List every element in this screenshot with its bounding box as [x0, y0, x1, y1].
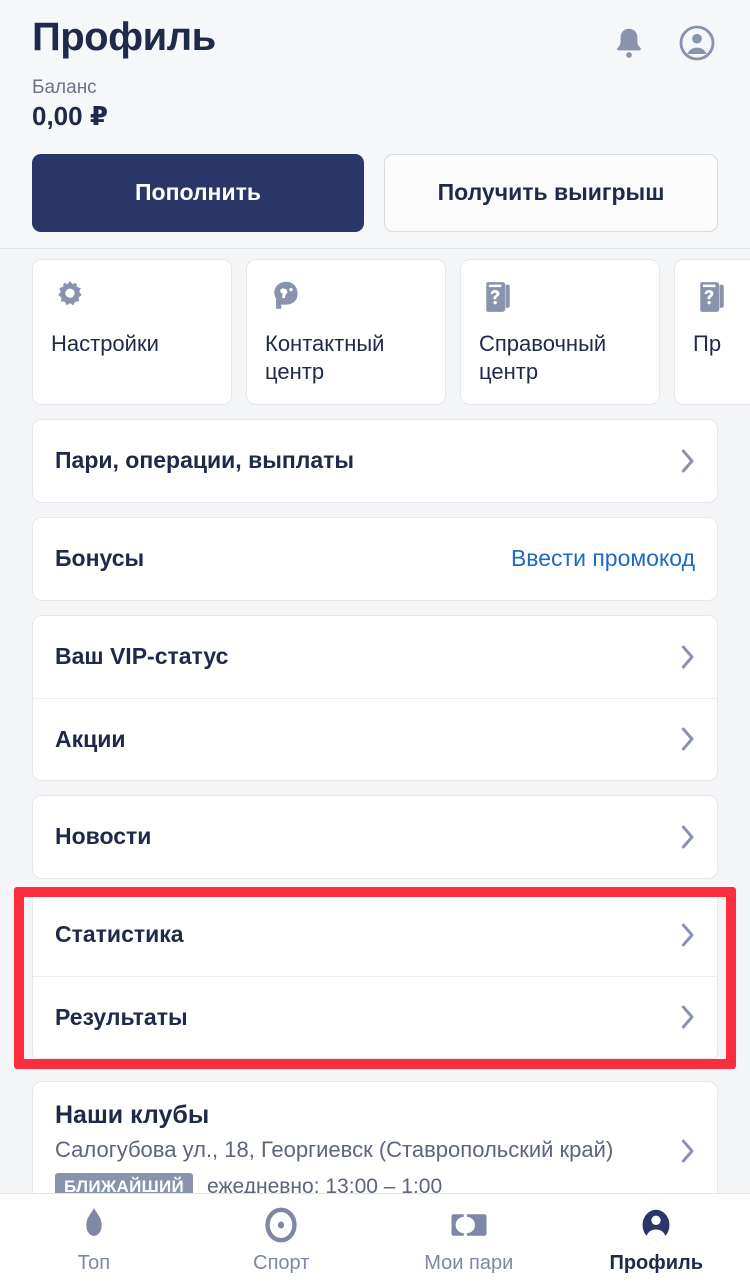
clubs-content: Наши клубы Салогубова ул., 18, Георгиевс…: [55, 1100, 665, 1193]
tile-help-center[interactable]: Справочный центр: [460, 258, 660, 405]
header: Профиль Баланс 0,00 ₽ Пополнить Получить…: [0, 0, 750, 249]
header-icon-group: [608, 14, 718, 64]
row-label: Бонусы: [55, 545, 145, 572]
enter-promocode-link[interactable]: Ввести промокод: [511, 545, 695, 572]
row-label: Ваш VIP-статус: [55, 643, 229, 670]
target-icon: [263, 1205, 299, 1245]
row-statistics[interactable]: Статистика: [33, 893, 717, 976]
header-top-row: Профиль: [32, 14, 718, 64]
highlight-wrapper: Статистика Результаты: [0, 886, 750, 1069]
page-title: Профиль: [32, 15, 216, 59]
row-label: Статистика: [55, 921, 184, 948]
gear-icon: [51, 276, 95, 318]
clubs-meta: БЛИЖАЙШИЙ ежедневно: 13:00 – 1:00: [55, 1173, 665, 1193]
tab-my-bets[interactable]: Мои пари: [375, 1205, 563, 1275]
tab-label: Мои пари: [424, 1251, 514, 1274]
tab-label: Профиль: [609, 1251, 704, 1274]
row-label: Акции: [55, 725, 126, 752]
header-actions: Пополнить Получить выигрыш: [32, 153, 718, 232]
withdraw-button[interactable]: Получить выигрыш: [384, 153, 718, 232]
stats-results-group: Статистика Результаты: [32, 892, 718, 1059]
row-promotions[interactable]: Акции: [33, 697, 717, 780]
flame-icon: [79, 1205, 109, 1245]
quick-tiles: Настройки Контактный центр Справочный це…: [0, 249, 750, 405]
tile-settings[interactable]: Настройки: [32, 258, 232, 405]
help-book-icon: [479, 276, 523, 318]
chevron-right-icon: [681, 825, 694, 849]
balance-value: 0,00 ₽: [32, 100, 108, 131]
chevron-right-icon: [681, 923, 694, 947]
balance-label: Баланс: [32, 77, 97, 98]
account-circle-icon[interactable]: [676, 22, 718, 64]
bets-group: Пари, операции, выплаты: [32, 418, 718, 503]
chevron-right-icon: [681, 449, 694, 473]
tab-label: Спорт: [253, 1251, 310, 1274]
tab-top[interactable]: Топ: [0, 1205, 188, 1275]
tile-rules-partial[interactable]: Пр: [674, 258, 750, 405]
tab-label: Топ: [77, 1251, 111, 1274]
tile-contact-center[interactable]: Контактный центр: [246, 258, 446, 405]
bottom-navigation: Топ Спорт Мои пари Профиль: [0, 1193, 750, 1285]
row-news[interactable]: Новости: [33, 795, 717, 878]
bonus-group: Бонусы Ввести промокод: [32, 516, 718, 601]
row-vip-status[interactable]: Ваш VIP-статус: [33, 615, 717, 698]
status-group: Ваш VIP-статус Акции: [32, 614, 718, 781]
deposit-button[interactable]: Пополнить: [32, 153, 364, 232]
tab-sport[interactable]: Спорт: [188, 1205, 376, 1275]
row-label: Результаты: [55, 1003, 188, 1030]
row-label: Пари, операции, выплаты: [55, 447, 355, 474]
profile-body: Настройки Контактный центр Справочный це…: [0, 249, 750, 1193]
row-bets-operations-payouts[interactable]: Пари, операции, выплаты: [33, 419, 717, 502]
person-icon: [638, 1205, 674, 1245]
news-group: Новости: [32, 794, 718, 879]
ticket-icon: [450, 1205, 488, 1245]
chevron-right-icon: [681, 1005, 694, 1029]
clubs-hours: ежедневно: 13:00 – 1:00: [207, 1175, 443, 1193]
help-book-icon: [693, 276, 737, 318]
row-results[interactable]: Результаты: [33, 975, 717, 1058]
tile-label: Настройки: [51, 330, 159, 356]
nearest-badge: БЛИЖАЙШИЙ: [55, 1173, 194, 1193]
row-label: Новости: [55, 823, 152, 850]
chevron-right-icon: [681, 727, 694, 751]
chevron-right-icon: [681, 1139, 694, 1163]
clubs-title: Наши клубы: [55, 1100, 210, 1129]
tile-label: Справочный центр: [479, 330, 607, 384]
our-clubs-card[interactable]: Наши клубы Салогубова ул., 18, Георгиевс…: [32, 1080, 718, 1193]
clubs-address: Салогубова ул., 18, Георгиевск (Ставропо…: [55, 1137, 614, 1163]
support-headset-icon: [265, 276, 309, 318]
bell-icon[interactable]: [608, 22, 650, 64]
chevron-right-icon: [681, 645, 694, 669]
tile-label: Пр: [693, 330, 722, 356]
profile-screen: Профиль Баланс 0,00 ₽ Пополнить Получить…: [0, 0, 750, 1285]
tab-profile[interactable]: Профиль: [563, 1205, 750, 1275]
tile-label: Контактный центр: [265, 330, 385, 384]
row-bonuses[interactable]: Бонусы Ввести промокод: [33, 517, 717, 600]
